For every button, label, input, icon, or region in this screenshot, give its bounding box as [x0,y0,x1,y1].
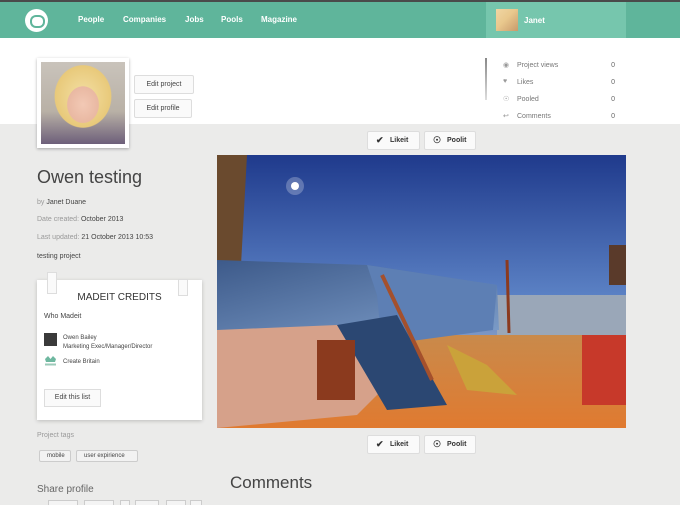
stat-pooled: ☉ Pooled 0 [503,95,627,107]
project-stats: ◉ Project views 0 ♥ Likes 0 ☉ Pooled 0 ↩… [489,58,626,124]
project-author-line: by Janet Duane [37,199,86,206]
last-updated-line: Last updated: 21 October 2013 10:53 [37,234,153,241]
author-link[interactable]: Janet Duane [46,199,86,206]
nav-item-jobs[interactable]: Jobs [185,15,204,24]
likeit-button-top[interactable]: ✔ Likeit [367,131,420,150]
poolit-button-top[interactable]: ☉ Poolit [424,131,476,150]
nav-item-pools[interactable]: Pools [221,15,243,24]
madeit-credits-card: MADEIT CREDITS Who Madeit Owen Bailey Ma… [37,280,202,420]
stat-label: Comments [517,113,551,120]
share-button[interactable] [190,500,202,505]
stat-label: Project views [517,62,559,69]
tag-mobile[interactable]: mobile [39,450,71,462]
last-updated-label: Last updated: [37,234,80,241]
stat-value: 0 [611,113,615,120]
who-madeit-label: Who Madeit [44,313,82,320]
stat-value: 0 [611,62,615,69]
pool-icon: ☉ [503,96,510,103]
pool-icon: ☉ [433,135,442,145]
likeit-button-bottom[interactable]: ✔ Likeit [367,435,420,454]
edit-project-button[interactable]: Edit project [134,75,194,94]
top-navigation-bar: People Companies Jobs Pools Magazine Jan… [0,0,680,40]
checkmark-icon: ✔ [376,439,384,449]
user-menu[interactable]: Janet [486,2,626,40]
likeit-label: Likeit [390,441,409,448]
stat-likes: ♥ Likes 0 [503,78,627,90]
share-button[interactable] [135,500,159,505]
credit-person-role: Marketing Exec/Manager/Director [63,344,153,350]
date-created-line: Date created: October 2013 [37,216,123,223]
project-title: Owen testing [37,167,143,187]
profile-photo-frame [37,58,129,148]
poolit-label: Poolit [447,441,467,448]
stat-comments: ↩ Comments 0 [503,112,627,124]
project-tags-label: Project tags [37,432,74,439]
edit-this-list-button[interactable]: Edit this list [44,389,101,407]
profile-photo [41,62,125,144]
credit-person-name: Owen Bailey [63,335,97,341]
by-prefix: by [37,199,45,206]
stats-divider [485,58,487,100]
date-created-value: October 2013 [80,216,124,223]
likeit-label: Likeit [390,137,409,144]
heart-icon: ♥ [503,78,508,85]
pool-icon: ☉ [433,439,442,449]
nav-item-companies[interactable]: Companies [123,15,166,24]
stat-label: Pooled [517,96,539,103]
stat-value: 0 [611,79,615,86]
share-button[interactable] [48,500,78,505]
tag-user-expirience[interactable]: user expirience [76,450,138,462]
eye-icon: ◉ [503,62,510,69]
nav-item-people[interactable]: People [78,15,104,24]
share-profile-heading: Share profile [37,484,94,495]
user-name: Janet [524,16,545,25]
project-image[interactable] [217,155,626,428]
beached-boat-photo [217,155,626,428]
user-avatar [496,9,518,31]
share-button[interactable] [166,500,186,505]
poolit-button-bottom[interactable]: ☉ Poolit [424,435,476,454]
project-description: testing project [37,253,81,260]
reply-icon: ↩ [503,113,509,120]
nav-item-magazine[interactable]: Magazine [261,15,297,24]
checkmark-icon: ✔ [376,135,384,145]
comments-heading: Comments [230,473,313,492]
company-logo-icon [44,354,57,367]
credit-person[interactable]: Owen Bailey Marketing Exec/Manager/Direc… [63,334,152,352]
stat-project-views: ◉ Project views 0 [503,61,627,73]
logo-icon[interactable] [25,9,48,32]
card-tab-decoration [178,279,188,296]
person-avatar [44,333,57,346]
card-tab-decoration [47,272,57,294]
date-created-label: Date created: [37,216,80,223]
poolit-label: Poolit [447,137,467,144]
share-button[interactable] [120,500,130,505]
stat-value: 0 [611,96,615,103]
share-button[interactable] [84,500,114,505]
credit-company-name[interactable]: Create Britain [63,358,100,367]
stat-label: Likes [517,79,534,86]
last-updated-value: 21 October 2013 10:53 [81,234,154,241]
edit-profile-button[interactable]: Edit profile [134,99,192,118]
